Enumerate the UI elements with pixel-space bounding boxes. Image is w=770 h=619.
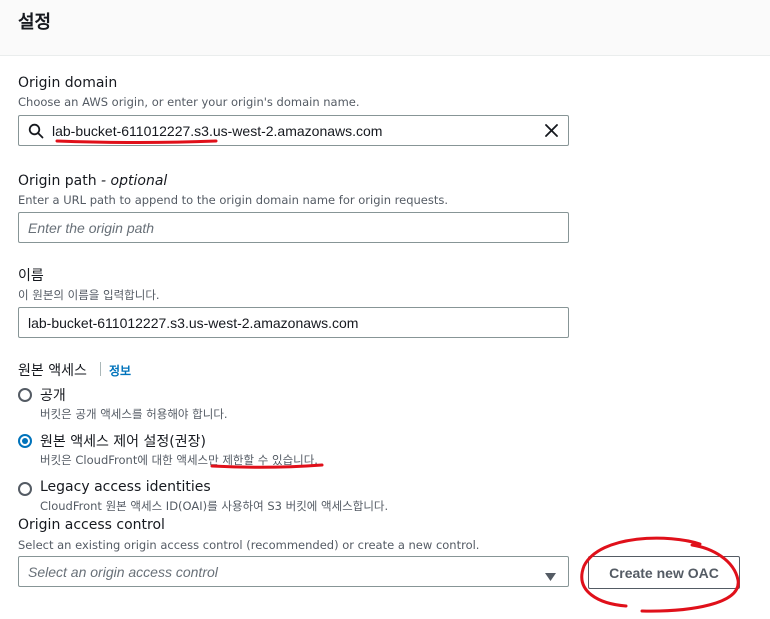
- name-description: 이 원본의 이름을 입력합니다.: [18, 288, 160, 302]
- origin-domain-description: Choose an AWS origin, or enter your orig…: [18, 95, 360, 109]
- origin-path-description: Enter a URL path to append to the origin…: [18, 193, 449, 207]
- radio-legacy-description: CloudFront 원본 액세스 ID(OAI)를 사용하여 S3 버킷에 액…: [40, 499, 389, 513]
- radio-public-description: 버킷은 공개 액세스를 허용해야 합니다.: [40, 407, 228, 421]
- origin-path-label: Origin path - optional: [18, 173, 168, 189]
- oac-select[interactable]: Select an origin access control: [18, 556, 569, 587]
- origin-path-input[interactable]: Enter the origin path: [18, 212, 569, 243]
- radio-public-label[interactable]: 공개: [40, 385, 66, 405]
- radio-legacy[interactable]: [18, 482, 32, 496]
- optional-suffix: - optional: [101, 173, 168, 189]
- clear-icon[interactable]: [544, 123, 559, 141]
- radio-oac-description: 버킷은 CloudFront에 대한 액세스만 제한할 수 있습니다.: [40, 453, 318, 467]
- radio-public[interactable]: [18, 388, 32, 402]
- caret-down-icon: [545, 568, 556, 584]
- radio-oac[interactable]: [18, 434, 32, 448]
- section-header: 설정: [0, 0, 770, 56]
- name-label: 이름: [18, 268, 44, 284]
- create-new-oac-button[interactable]: Create new OAC: [588, 556, 740, 589]
- section-title: 설정: [18, 12, 52, 33]
- oac-description: Select an existing origin access control…: [18, 538, 480, 552]
- origin-domain-value: lab-bucket-611012227.s3.us-west-2.amazon…: [52, 122, 383, 139]
- oac-label: Origin access control: [18, 517, 165, 533]
- oac-select-placeholder: Select an origin access control: [28, 563, 218, 580]
- name-input[interactable]: lab-bucket-611012227.s3.us-west-2.amazon…: [18, 307, 569, 338]
- origin-path-placeholder: Enter the origin path: [28, 219, 155, 236]
- label-separator: [100, 362, 101, 376]
- radio-legacy-label[interactable]: Legacy access identities: [40, 479, 211, 495]
- origin-access-label: 원본 액세스: [18, 363, 87, 379]
- search-icon: [28, 123, 44, 142]
- origin-domain-label: Origin domain: [18, 75, 118, 91]
- radio-oac-label[interactable]: 원본 액세스 제어 설정(권장): [40, 431, 206, 451]
- origin-domain-input[interactable]: lab-bucket-611012227.s3.us-west-2.amazon…: [18, 115, 569, 146]
- name-value: lab-bucket-611012227.s3.us-west-2.amazon…: [28, 314, 359, 331]
- info-link[interactable]: 정보: [109, 362, 131, 379]
